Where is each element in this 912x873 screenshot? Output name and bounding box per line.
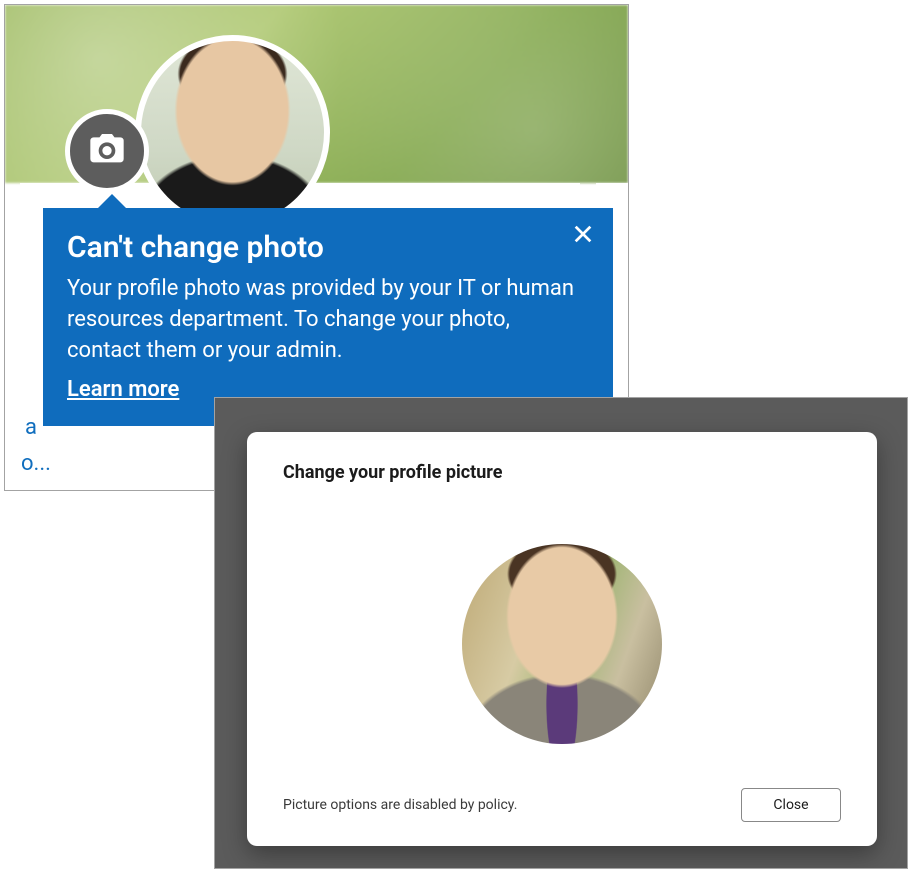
close-button[interactable]: Close (741, 788, 841, 822)
camera-icon (87, 129, 127, 173)
callout-title: Can't change photo (67, 230, 585, 265)
dialog-title: Change your profile picture (283, 462, 841, 483)
policy-disabled-message: Picture options are disabled by policy. (283, 797, 517, 813)
truncated-text-a: a (25, 415, 37, 440)
dialog-avatar (462, 544, 662, 744)
dialog-overlay-panel: s, se e be Change your profile picture P… (214, 397, 908, 869)
change-photo-button[interactable] (65, 109, 149, 193)
dialog-footer: Picture options are disabled by policy. … (283, 788, 841, 822)
callout-body: Your profile photo was provided by your … (67, 273, 585, 367)
close-icon (572, 223, 594, 249)
cant-change-photo-callout: Can't change photo Your profile photo wa… (43, 208, 613, 426)
change-picture-dialog: Change your profile picture Picture opti… (247, 432, 877, 846)
truncated-text-o: o... (21, 451, 51, 476)
close-button-label: Close (773, 797, 808, 813)
profile-avatar (135, 35, 330, 230)
learn-more-link[interactable]: Learn more (67, 377, 179, 402)
callout-close-button[interactable] (569, 222, 597, 250)
